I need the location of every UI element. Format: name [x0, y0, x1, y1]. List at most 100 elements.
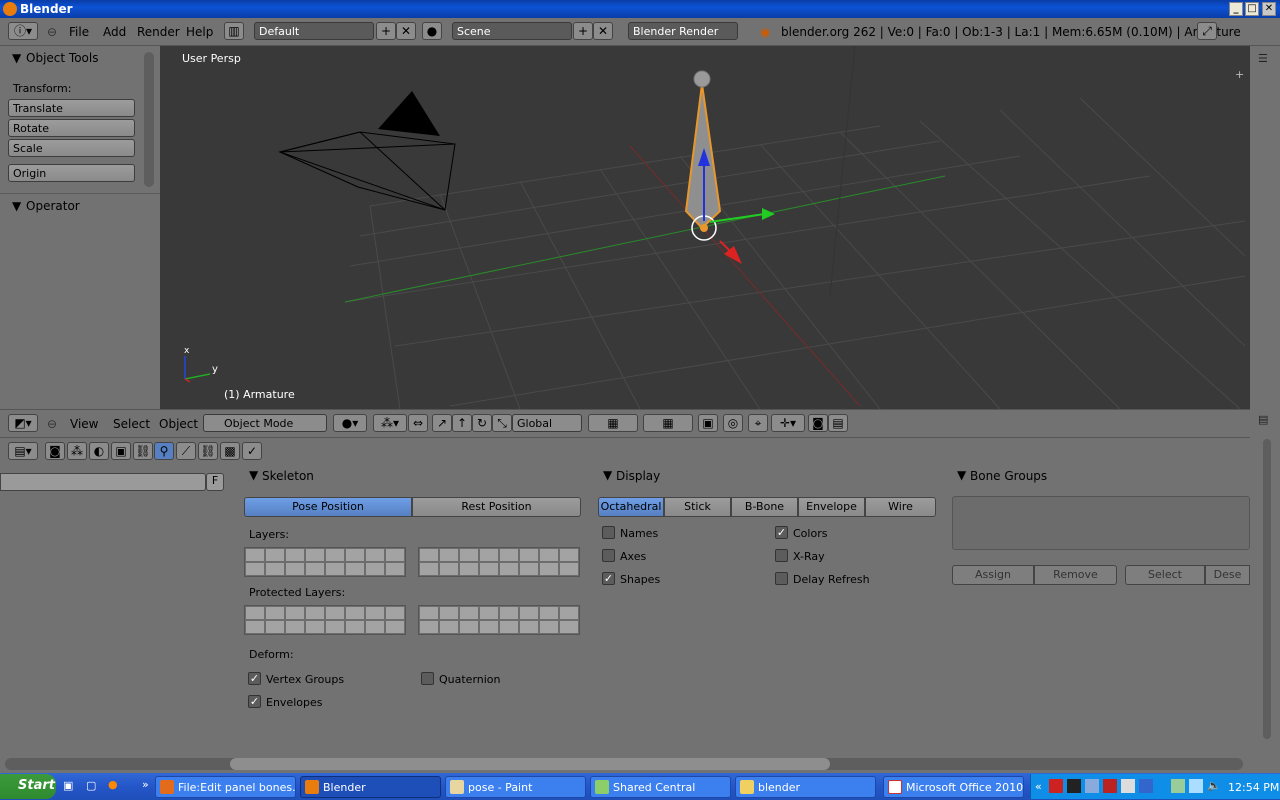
octahedral-button[interactable]: Octahedral	[598, 497, 664, 517]
colors-checkbox[interactable]: ✓	[775, 526, 788, 539]
names-checkbox[interactable]	[602, 526, 615, 539]
menu-view[interactable]: View	[70, 417, 98, 431]
search-input[interactable]	[0, 473, 206, 491]
scale-manipulator-icon[interactable]: ⤡	[492, 414, 512, 432]
scrollbar-thumb[interactable]	[230, 758, 830, 770]
tray-app-icon[interactable]	[1067, 779, 1081, 793]
remove-screen-icon[interactable]: ✕	[396, 22, 416, 40]
pose-position-button[interactable]: Pose Position	[244, 497, 412, 517]
move-manipulator-icon[interactable]: ↑	[452, 414, 472, 432]
layer-buttons-a[interactable]: ▦	[588, 414, 638, 432]
scale-button[interactable]: Scale	[8, 139, 135, 157]
bbone-button[interactable]: B-Bone	[731, 497, 798, 517]
collapse-icon[interactable]: ⊖	[47, 417, 57, 431]
stick-button[interactable]: Stick	[664, 497, 731, 517]
shading-select-icon[interactable]: ●▾	[333, 414, 367, 432]
render-opengl-icon[interactable]: ◙	[808, 414, 828, 432]
editor-type-info-icon[interactable]: ⓘ▾	[8, 22, 38, 40]
menu-help[interactable]: Help	[186, 25, 213, 39]
screen-layout-field[interactable]: Default	[254, 22, 374, 40]
operator-title[interactable]: Operator	[26, 199, 80, 213]
envelopes-checkbox[interactable]: ✓	[248, 695, 261, 708]
skeleton-title[interactable]: Skeleton	[262, 469, 314, 483]
tray-app-icon[interactable]	[1085, 779, 1099, 793]
explorer-icon[interactable]: ▢	[86, 779, 96, 792]
firefox-icon[interactable]: ●	[108, 778, 118, 791]
editor-type-3d-icon[interactable]: ◩▾	[8, 414, 38, 432]
rotate-button[interactable]: Rotate	[8, 119, 135, 137]
delay-refresh-checkbox[interactable]	[775, 572, 788, 585]
xray-checkbox[interactable]	[775, 549, 788, 562]
tray-network-icon[interactable]	[1189, 779, 1203, 793]
layers-grid-a[interactable]	[244, 547, 406, 577]
operator-arrow-icon[interactable]: ▼	[12, 199, 21, 213]
proportional-edit-icon[interactable]: ◎	[723, 414, 743, 432]
lock-layers-icon[interactable]: ▣	[698, 414, 718, 432]
outliner-icon[interactable]: ☰	[1258, 52, 1268, 65]
tray-expand-icon[interactable]: «	[1035, 780, 1042, 793]
shapes-checkbox[interactable]: ✓	[602, 572, 615, 585]
protected-layers-grid-a[interactable]	[244, 605, 406, 635]
remove-button[interactable]: Remove	[1034, 565, 1117, 585]
task-firefox[interactable]: File:Edit panel bones...	[155, 776, 296, 798]
armature-context-icon[interactable]: ⚲	[154, 442, 174, 460]
window-title-bar[interactable]: Blender _ □ ✕	[0, 0, 1280, 18]
render-animation-icon[interactable]: ▤	[828, 414, 848, 432]
task-paint[interactable]: pose - Paint	[445, 776, 586, 798]
scene-icon[interactable]: ●	[422, 22, 442, 40]
mode-select[interactable]: Object Mode	[203, 414, 327, 432]
3d-viewport[interactable]: User Persp y x (1) Armature +	[160, 46, 1250, 409]
deselect-button[interactable]: Dese	[1205, 565, 1250, 585]
constraints-context-icon[interactable]: ⛓	[133, 442, 153, 460]
render-engine-select[interactable]: Blender Render	[628, 22, 738, 40]
filter-button[interactable]: F	[206, 473, 224, 491]
task-office[interactable]: Microsoft Office 2010	[883, 776, 1024, 798]
quicklaunch-more-icon[interactable]: »	[142, 778, 149, 791]
editor-type-properties-icon[interactable]: ▤▾	[8, 442, 38, 460]
maximize-icon[interactable]: □	[1245, 2, 1259, 16]
select-button[interactable]: Select	[1125, 565, 1205, 585]
object-tools-arrow-icon[interactable]: ▼	[12, 51, 21, 65]
scene-field[interactable]: Scene	[452, 22, 572, 40]
assign-button[interactable]: Assign	[952, 565, 1034, 585]
tray-app-icon[interactable]	[1121, 779, 1135, 793]
pivot-select-icon[interactable]: ⁂▾	[373, 414, 407, 432]
tray-app-icon[interactable]	[1139, 779, 1153, 793]
translate-button[interactable]: Translate	[8, 99, 135, 117]
skeleton-arrow-icon[interactable]: ▼	[249, 468, 258, 482]
axes-checkbox[interactable]	[602, 549, 615, 562]
vertical-scrollbar[interactable]	[1263, 439, 1271, 739]
remove-scene-icon[interactable]: ✕	[593, 22, 613, 40]
render-context-icon[interactable]: ◙	[45, 442, 65, 460]
material-context-icon[interactable]: ▩	[220, 442, 240, 460]
display-title[interactable]: Display	[616, 469, 660, 483]
menu-add[interactable]: Add	[103, 25, 126, 39]
tray-app-icon[interactable]	[1049, 779, 1063, 793]
clock[interactable]: 12:54 PM	[1228, 781, 1279, 794]
tool-shelf-scrollbar[interactable]	[144, 52, 154, 187]
translate-manipulator-icon[interactable]: ↗	[432, 414, 452, 432]
close-icon[interactable]: ✕	[1262, 2, 1276, 16]
layer-buttons-b[interactable]: ▦	[643, 414, 693, 432]
minimize-icon[interactable]: _	[1229, 2, 1243, 16]
add-screen-icon[interactable]: +	[376, 22, 396, 40]
fullscreen-icon[interactable]: ⤢	[1197, 22, 1217, 40]
task-shared-central[interactable]: Shared Central	[590, 776, 731, 798]
task-blender[interactable]: Blender	[300, 776, 441, 798]
tray-network-icon[interactable]	[1171, 779, 1185, 793]
vertex-groups-checkbox[interactable]: ✓	[248, 672, 261, 685]
layers-grid-b[interactable]	[418, 547, 580, 577]
quaternion-checkbox[interactable]	[421, 672, 434, 685]
snap-element-icon[interactable]: ✛▾	[771, 414, 805, 432]
properties-toggle-icon[interactable]: +	[1235, 68, 1244, 81]
volume-icon[interactable]: 🔈	[1207, 779, 1221, 792]
tray-app-icon[interactable]	[1103, 779, 1117, 793]
add-scene-icon[interactable]: +	[573, 22, 593, 40]
display-arrow-icon[interactable]: ▼	[603, 468, 612, 482]
origin-button[interactable]: Origin	[8, 164, 135, 182]
menu-file[interactable]: File	[69, 25, 89, 39]
wire-button[interactable]: Wire	[865, 497, 936, 517]
orientation-select[interactable]: Global	[512, 414, 582, 432]
show-desktop-icon[interactable]: ▣	[63, 779, 73, 792]
screen-layout-icon[interactable]: ▥	[224, 22, 244, 40]
